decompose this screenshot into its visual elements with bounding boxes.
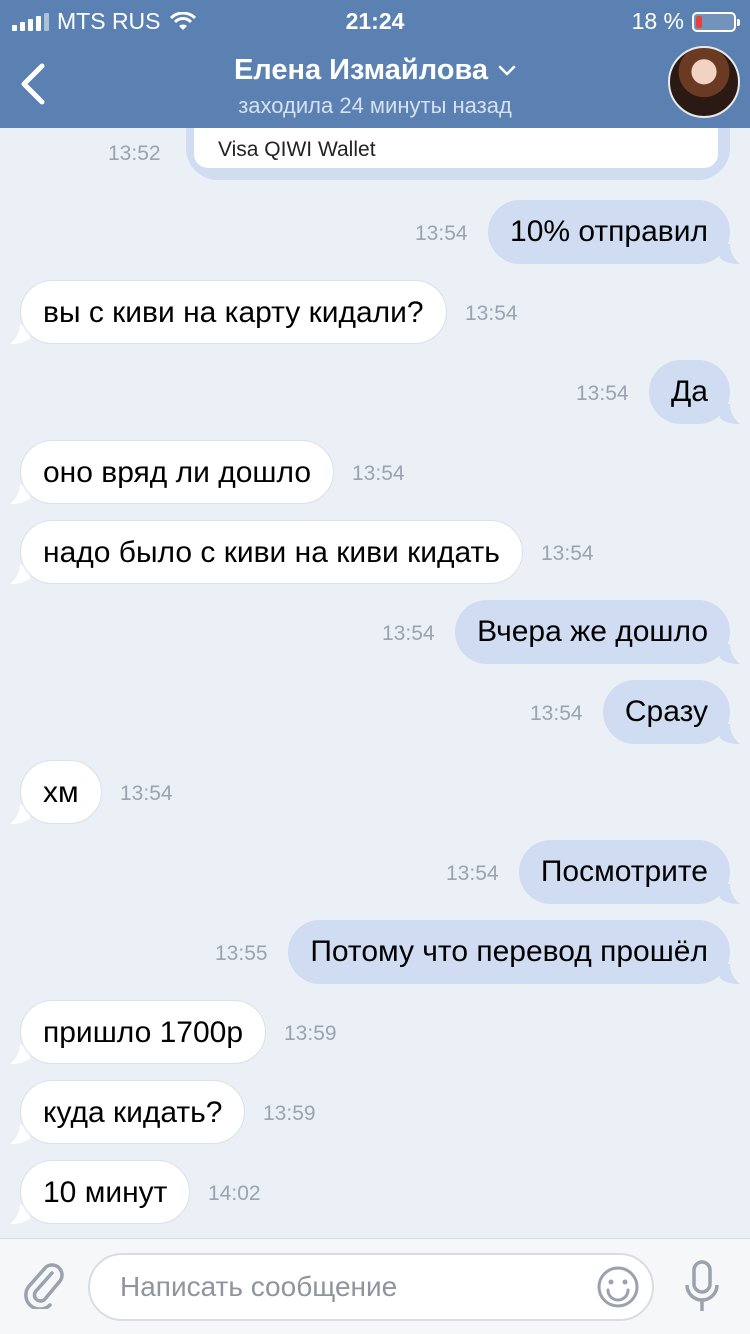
outgoing-message-bubble[interactable]: Да <box>648 360 730 424</box>
message-timestamp: 13:55 <box>215 942 268 965</box>
message-row: 10 минут 14:02 <box>0 1160 750 1224</box>
message-input[interactable]: Написать сообщение <box>88 1253 654 1321</box>
message-timestamp: 13:54 <box>382 622 435 645</box>
message-timestamp: 13:54 <box>120 782 173 805</box>
message-row: хм 13:54 <box>0 760 750 824</box>
message-timestamp: 14:02 <box>208 1182 261 1205</box>
message-row: 10% отправил 13:54 <box>0 200 750 264</box>
last-seen-status: заходила 24 минуты назад <box>238 93 512 118</box>
incoming-message-bubble[interactable]: куда кидать? <box>20 1080 246 1144</box>
composer-bar: Написать сообщение <box>0 1238 750 1334</box>
message-row: Посмотрите 13:54 <box>0 840 750 904</box>
outgoing-message-bubble[interactable]: Вчера же дошло <box>455 600 730 664</box>
message-row: Да 13:54 <box>0 360 750 424</box>
chat-title-block[interactable]: Елена Измайлова заходила 24 минуты назад <box>0 54 750 119</box>
outgoing-message-bubble[interactable]: Потому что перевод прошёл <box>288 920 730 984</box>
contact-name[interactable]: Елена Измайлова <box>234 54 488 87</box>
message-list[interactable]: Способ оплаты Visa QIWI Wallet 13:52 10%… <box>0 88 750 1238</box>
microphone-icon[interactable] <box>682 1259 722 1315</box>
incoming-message-bubble[interactable]: надо было с киви на киви кидать <box>20 520 523 584</box>
message-timestamp: 13:54 <box>541 542 594 565</box>
battery-icon <box>692 11 740 32</box>
chevron-down-icon[interactable] <box>498 65 516 77</box>
message-row: Сразу 13:54 <box>0 680 750 744</box>
message-timestamp: 13:59 <box>284 1022 337 1045</box>
incoming-message-bubble[interactable]: оно вряд ли дошло <box>20 440 335 504</box>
card-timestamp: 13:52 <box>108 142 161 165</box>
message-timestamp: 13:54 <box>576 382 629 405</box>
incoming-message-bubble[interactable]: вы с киви на карту кидали? <box>20 280 447 344</box>
message-timestamp: 13:54 <box>465 302 518 325</box>
status-bar: MTS RUS 21:24 18 % <box>0 0 750 40</box>
message-timestamp: 13:54 <box>352 462 405 485</box>
message-row: оно вряд ли дошло 13:54 <box>0 440 750 504</box>
avatar[interactable] <box>668 46 740 118</box>
message-row: куда кидать? 13:59 <box>0 1080 750 1144</box>
message-timestamp: 13:54 <box>446 862 499 885</box>
paperclip-icon[interactable] <box>22 1261 66 1309</box>
card-text: Visa QIWI Wallet <box>218 138 376 161</box>
outgoing-message-bubble[interactable]: Сразу <box>602 680 730 744</box>
smiley-icon[interactable] <box>596 1265 640 1309</box>
battery-percent: 18 % <box>631 8 684 34</box>
message-timestamp: 13:54 <box>530 702 583 725</box>
message-timestamp: 13:54 <box>415 222 468 245</box>
incoming-message-bubble[interactable]: 10 минут <box>20 1160 191 1224</box>
message-row: пришло 1700р 13:59 <box>0 1000 750 1064</box>
message-row: Потому что перевод прошёл 13:55 <box>0 920 750 984</box>
message-timestamp: 13:59 <box>263 1102 316 1125</box>
incoming-message-bubble[interactable]: пришло 1700р <box>20 1000 267 1064</box>
message-row: надо было с киви на киви кидать 13:54 <box>0 520 750 584</box>
message-row: Вчера же дошло 13:54 <box>0 600 750 664</box>
incoming-message-bubble[interactable]: хм <box>20 760 102 824</box>
chat-header: MTS RUS 21:24 18 % Елена Измайлова заход… <box>0 0 750 128</box>
outgoing-message-bubble[interactable]: 10% отправил <box>488 200 730 264</box>
outgoing-message-bubble[interactable]: Посмотрите <box>518 840 730 904</box>
message-row: вы с киви на карту кидали? 13:54 <box>0 280 750 344</box>
